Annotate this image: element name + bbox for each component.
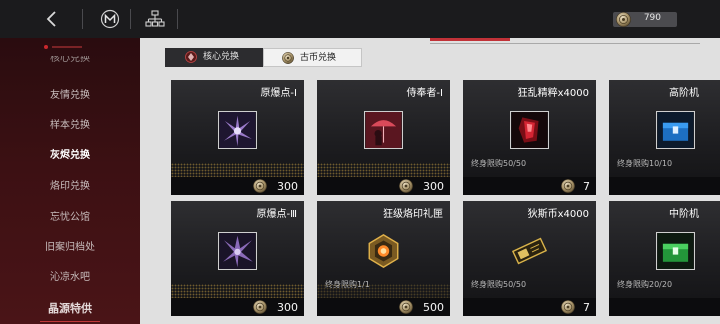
red-umbrella-icon xyxy=(364,111,403,149)
sidebar-item-core[interactable]: 核心兑换 xyxy=(0,56,140,66)
card-title: 中阶机 xyxy=(669,209,699,220)
deco-line xyxy=(430,43,700,44)
accent-stripe xyxy=(430,38,510,41)
sidebar-item-friendship[interactable]: 友情兑换 xyxy=(0,86,140,101)
price-value: 300 xyxy=(423,180,444,193)
card-title: 原爆点-Ⅲ xyxy=(256,209,297,220)
shop-card[interactable]: 狂乱精粹x4000 终身限购50/50 7 xyxy=(463,80,596,195)
divider xyxy=(130,9,131,29)
red-crystal-icon xyxy=(510,111,549,149)
card-title: 侍奉者-Ⅰ xyxy=(406,88,443,99)
card-title: 狄斯币x4000 xyxy=(527,209,589,220)
gold-ticket-icon xyxy=(511,237,548,265)
sidebar-item-ash[interactable]: 灰烬兑换 xyxy=(0,146,140,161)
coin-icon xyxy=(253,300,267,314)
currency-display[interactable]: 790 xyxy=(613,12,677,27)
shop-card[interactable]: 高阶机 终身限购10/10 xyxy=(609,80,720,195)
purple-blast-icon xyxy=(218,111,257,149)
coin-icon xyxy=(561,300,575,314)
sidebar-item-brand[interactable]: 烙印兑换 xyxy=(0,177,140,192)
coin-icon xyxy=(399,300,413,314)
gold-pattern xyxy=(171,163,304,177)
gold-pattern xyxy=(171,284,304,298)
sidebar-item-manor[interactable]: 忘忧公馆 xyxy=(0,208,140,223)
tab-core-exchange[interactable]: 核心兑换 xyxy=(165,48,263,67)
sidebar-item-archive[interactable]: 旧案归档处 xyxy=(0,238,140,253)
shop-card[interactable]: 原爆点-Ⅲ 300 xyxy=(171,201,304,316)
blue-chest-icon xyxy=(656,111,695,149)
sidebar-item-sample[interactable]: 样本兑换 xyxy=(0,116,140,131)
indicator-line xyxy=(52,46,82,48)
card-title: 原爆点-Ⅰ xyxy=(260,88,297,99)
indicator-dot xyxy=(44,45,48,49)
sidebar-item-crystal[interactable]: 晶源特供 xyxy=(0,300,140,322)
price-value: 500 xyxy=(423,301,444,314)
tab-label: 核心兑换 xyxy=(203,52,240,62)
shop-card[interactable]: 狂级烙印礼匣 终身限购1/1 500 xyxy=(317,201,450,316)
shop-main: 核心兑换 古币兑换 原爆点-Ⅰ 300 侍奉者-Ⅰ 300 狂乱精粹x4000 … xyxy=(140,38,720,324)
price-value: 300 xyxy=(277,180,298,193)
top-bar: 790 xyxy=(0,0,720,38)
coin-icon xyxy=(253,179,267,193)
shop-card[interactable]: 原爆点-Ⅰ 300 xyxy=(171,80,304,195)
coin-icon xyxy=(399,179,413,193)
gold-box-icon xyxy=(368,234,399,268)
price-bar: 7 xyxy=(463,298,596,316)
card-title: 高阶机 xyxy=(669,88,699,99)
green-chest-icon xyxy=(656,232,695,270)
price-bar: 7 xyxy=(463,177,596,195)
hierarchy-icon[interactable] xyxy=(145,9,165,29)
price-bar: 300 xyxy=(171,177,304,195)
coin-icon xyxy=(561,179,575,193)
purchase-limit: 终身限购20/20 xyxy=(617,280,673,289)
purple-blast-icon xyxy=(218,232,257,270)
tab-coin-exchange[interactable]: 古币兑换 xyxy=(263,48,362,67)
sidebar: 核心兑换 友情兑换 样本兑换 灰烬兑换 烙印兑换 忘忧公馆 旧案归档处 沁凉水吧… xyxy=(0,38,140,324)
divider xyxy=(82,9,83,29)
coin-icon xyxy=(616,12,631,27)
purchase-limit: 终身限购10/10 xyxy=(617,159,673,168)
purchase-limit: 终身限购50/50 xyxy=(471,159,527,168)
core-icon xyxy=(185,51,197,63)
price-bar xyxy=(609,298,720,316)
price-bar xyxy=(609,177,720,195)
purchase-limit: 终身限购50/50 xyxy=(471,280,527,289)
gold-pattern xyxy=(317,163,450,177)
divider xyxy=(177,9,178,29)
back-icon[interactable] xyxy=(42,9,62,29)
price-value: 7 xyxy=(583,180,590,193)
tab-label: 古币兑换 xyxy=(300,53,337,63)
gold-pattern xyxy=(317,284,450,298)
price-value: 300 xyxy=(277,301,298,314)
menu-logo-icon[interactable] xyxy=(100,9,120,29)
price-value: 7 xyxy=(583,301,590,314)
shop-card[interactable]: 狄斯币x4000 终身限购50/50 7 xyxy=(463,201,596,316)
currency-value: 790 xyxy=(643,13,661,23)
card-title: 狂乱精粹x4000 xyxy=(517,88,589,99)
price-bar: 300 xyxy=(317,177,450,195)
card-title: 狂级烙印礼匣 xyxy=(383,209,443,220)
price-bar: 300 xyxy=(171,298,304,316)
coin-icon xyxy=(282,52,294,64)
price-bar: 500 xyxy=(317,298,450,316)
sidebar-item-waterbar[interactable]: 沁凉水吧 xyxy=(0,268,140,283)
shop-card[interactable]: 侍奉者-Ⅰ 300 xyxy=(317,80,450,195)
shop-card[interactable]: 中阶机 终身限购20/20 xyxy=(609,201,720,316)
